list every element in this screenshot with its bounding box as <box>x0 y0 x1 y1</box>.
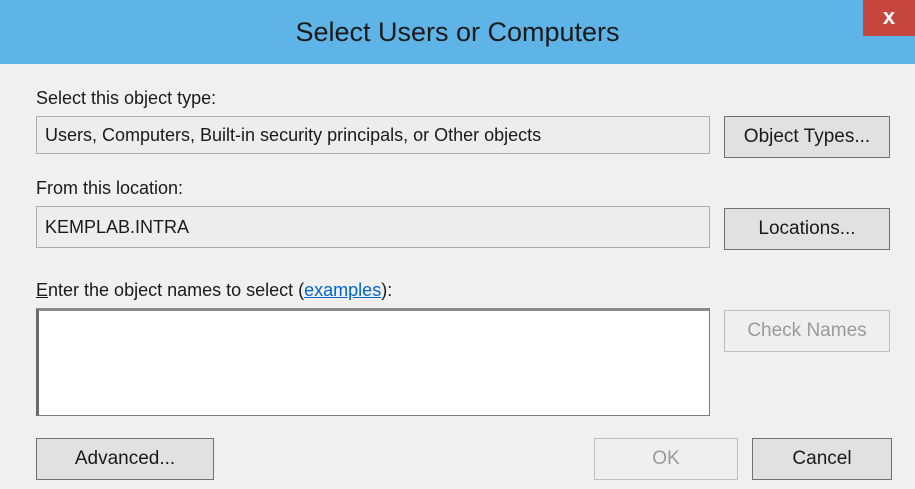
title-bar[interactable]: Select Users or Computers x <box>0 0 915 64</box>
object-names-label-text: nter the object names to select ( <box>48 280 305 300</box>
dialog-title: Select Users or Computers <box>295 17 620 47</box>
access-key-letter: E <box>36 280 49 300</box>
advanced-button[interactable]: Advanced... <box>36 438 214 480</box>
close-icon: x <box>882 4 896 29</box>
object-names-label-end: ): <box>381 280 393 300</box>
object-type-label: Select this object type: <box>36 88 217 108</box>
cancel-button[interactable]: Cancel <box>752 438 892 480</box>
locations-button[interactable]: Locations... <box>724 208 890 250</box>
location-field: KEMPLAB.INTRA <box>36 206 710 248</box>
select-users-dialog: Select Users or Computers x Select this … <box>0 0 915 489</box>
location-label: From this location: <box>36 178 184 198</box>
object-names-input[interactable] <box>36 308 710 416</box>
examples-link[interactable]: examples <box>304 280 381 300</box>
close-button[interactable]: x <box>863 0 915 36</box>
object-names-label: Enter the object names to select (exampl… <box>36 280 392 301</box>
check-names-button[interactable]: Check Names <box>724 310 890 352</box>
object-type-field: Users, Computers, Built-in security prin… <box>36 116 710 154</box>
dialog-body: Select this object type: Users, Computer… <box>0 64 915 489</box>
ok-button[interactable]: OK <box>594 438 738 480</box>
object-types-button[interactable]: Object Types... <box>724 116 890 158</box>
